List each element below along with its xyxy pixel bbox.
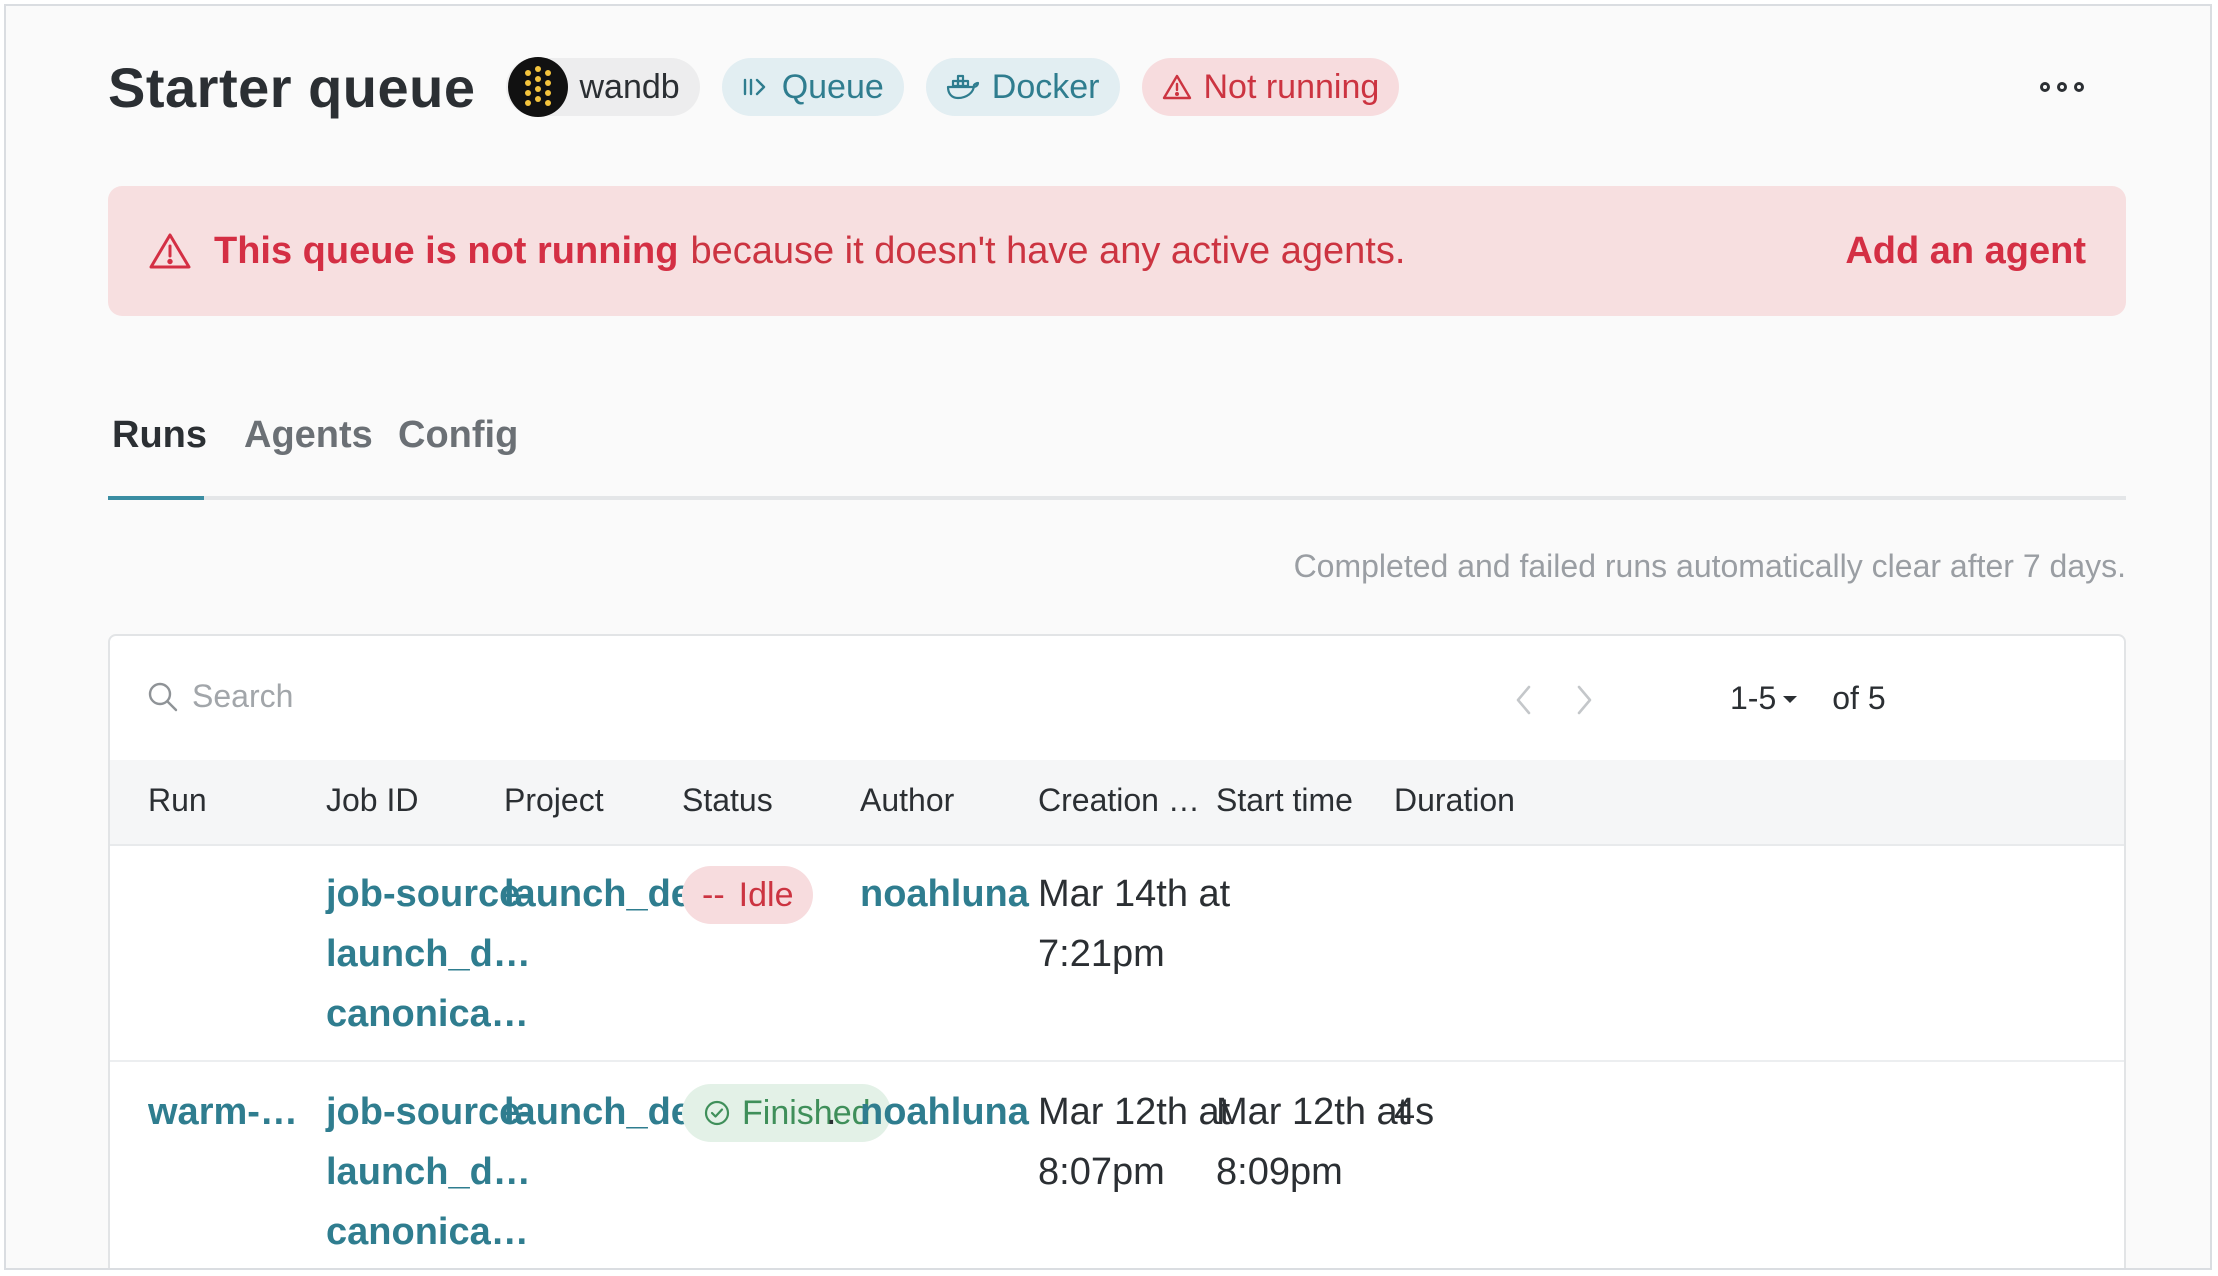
caret-down-icon bbox=[1783, 695, 1798, 703]
docker-icon bbox=[946, 74, 979, 100]
queue-icon bbox=[743, 78, 765, 96]
queue-tabs: Runs Agents Config bbox=[108, 404, 2126, 500]
job-id-line: launch_d… bbox=[326, 1151, 531, 1193]
run-name[interactable]: warm-po… bbox=[148, 1082, 318, 1142]
queue-status-badge: Not running bbox=[1141, 58, 1400, 116]
start-time-line: 8:09pm bbox=[1216, 1151, 1343, 1193]
chevron-right-icon bbox=[1577, 685, 1592, 715]
queue-header: Starter queue wandb Queue Docker Not run… bbox=[108, 50, 2126, 124]
previous-page-button[interactable] bbox=[1504, 680, 1544, 720]
retention-note: Completed and failed runs automatically … bbox=[1293, 548, 2126, 584]
table-row[interactable]: job-source- launch_d… canonica… launch_d… bbox=[110, 844, 2124, 1062]
table-row[interactable]: warm-po… job-source- launch_d… canonica…… bbox=[110, 1062, 2124, 1268]
runs-table: Search 1-5 of 5 Run Job ID Project Statu… bbox=[108, 634, 2126, 1268]
column-header-status[interactable]: Status bbox=[682, 782, 773, 819]
next-page-button[interactable] bbox=[1564, 680, 1604, 720]
more-horizontal-icon bbox=[2040, 82, 2050, 92]
status-label: Idle bbox=[738, 875, 794, 914]
more-dot bbox=[2074, 82, 2084, 92]
tab-agents[interactable]: Agents bbox=[244, 414, 373, 457]
job-id-line: canonica… bbox=[326, 993, 529, 1035]
entity-badge[interactable]: wandb bbox=[505, 57, 700, 117]
tab-config[interactable]: Config bbox=[398, 414, 518, 457]
banner-heading: This queue is not running bbox=[214, 229, 679, 272]
page-total: of 5 bbox=[1832, 680, 1886, 716]
queue-type-badge: Queue bbox=[721, 58, 904, 116]
warning-icon bbox=[1162, 74, 1191, 100]
table-toolbar: Search 1-5 of 5 bbox=[110, 636, 2124, 760]
creation-time-line: 7:21pm bbox=[1038, 933, 1165, 975]
job-id-line: canonica… bbox=[326, 1211, 529, 1253]
table-header: Run Job ID Project Status Author Creatio… bbox=[110, 760, 2124, 846]
column-header-job-id[interactable]: Job ID bbox=[326, 782, 418, 819]
page-range-label: 1-5 bbox=[1730, 680, 1777, 716]
page-size-select[interactable]: 1-5 bbox=[1730, 680, 1800, 717]
duration-cell: 4s bbox=[1394, 1091, 1435, 1133]
creation-time-line: 8:07pm bbox=[1038, 1151, 1165, 1193]
app-frame: Starter queue wandb Queue Docker Not run… bbox=[4, 4, 2212, 1270]
banner-message: because it doesn't have any active agent… bbox=[690, 229, 1406, 272]
status-label: Finished bbox=[742, 1093, 871, 1132]
resource-badge: Docker bbox=[925, 58, 1120, 116]
job-id-line: launch_d… bbox=[326, 933, 531, 975]
column-header-run[interactable]: Run bbox=[148, 782, 207, 819]
author-link[interactable]: noahluna bbox=[860, 864, 1029, 924]
creation-date-line: Mar 14th at bbox=[1038, 873, 1231, 915]
queue-status-label: Not running bbox=[1203, 67, 1380, 106]
creation-date-line: Mar 12th at bbox=[1038, 1091, 1231, 1133]
job-id-cell[interactable]: job-source- launch_d… canonica… bbox=[326, 1082, 533, 1262]
column-header-duration[interactable]: Duration bbox=[1394, 782, 1515, 819]
page-title: Starter queue bbox=[108, 55, 476, 119]
tab-runs[interactable]: Runs bbox=[112, 414, 207, 457]
column-header-author[interactable]: Author bbox=[860, 782, 954, 819]
job-id-cell[interactable]: job-source- launch_d… canonica… bbox=[326, 864, 533, 1044]
column-header-start-time[interactable]: Start time bbox=[1216, 782, 1353, 819]
creation-date-cell: Mar 12th at 8:07pm bbox=[1038, 1082, 1230, 1202]
idle-icon: -- bbox=[702, 875, 725, 914]
resource-label: Docker bbox=[991, 67, 1100, 106]
warning-icon bbox=[148, 231, 192, 271]
creation-date-cell: Mar 14th at 7:21pm bbox=[1038, 864, 1230, 984]
not-running-banner: This queue is not running because it doe… bbox=[108, 186, 2126, 316]
column-header-project[interactable]: Project bbox=[504, 782, 604, 819]
search-placeholder: Search bbox=[192, 678, 294, 714]
search-icon bbox=[148, 682, 178, 711]
status-overflow: . bbox=[826, 1091, 837, 1133]
author-link[interactable]: noahluna bbox=[860, 1082, 1029, 1142]
chevron-left-icon bbox=[1516, 685, 1531, 715]
column-header-creation-date[interactable]: Creation dat… bbox=[1038, 782, 1204, 819]
search-input[interactable]: Search bbox=[146, 678, 293, 715]
job-id-line: job-source- bbox=[326, 873, 533, 915]
start-time-cell: Mar 12th at 8:09pm bbox=[1216, 1082, 1408, 1202]
queue-type-label: Queue bbox=[781, 67, 884, 106]
job-id-line: job-source- bbox=[326, 1091, 533, 1133]
wandb-logo-icon bbox=[507, 57, 568, 117]
check-circle-icon bbox=[704, 1100, 730, 1126]
status-badge: -- Idle bbox=[682, 866, 814, 924]
add-agent-link[interactable]: Add an agent bbox=[1845, 230, 2086, 273]
active-tab-indicator bbox=[108, 496, 204, 500]
pagination: 1-5 of 5 bbox=[1730, 680, 1886, 717]
more-dot bbox=[2057, 82, 2067, 92]
entity-name: wandb bbox=[579, 67, 680, 106]
more-options-button[interactable] bbox=[2040, 72, 2084, 102]
start-date-line: Mar 12th at bbox=[1216, 1091, 1409, 1133]
